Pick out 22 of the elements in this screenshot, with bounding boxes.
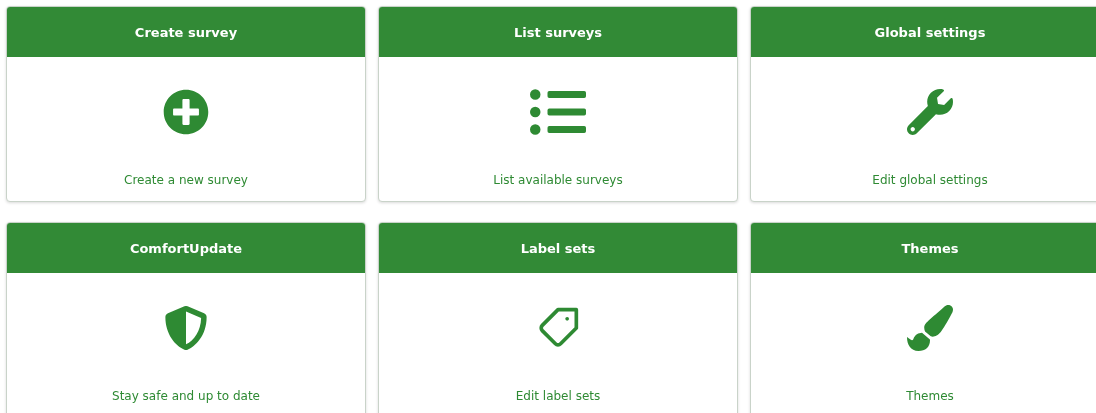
card-header: ComfortUpdate [7,223,365,273]
card[interactable]: Themes Themes [750,222,1096,413]
card[interactable]: Global settings Edit global settings [750,6,1096,202]
card-description: List available surveys [493,173,623,187]
shield-icon [164,306,208,350]
card-header: Themes [751,223,1096,273]
wrench-icon [907,89,953,135]
card-header: Label sets [379,223,737,273]
card-header: Create survey [7,7,365,57]
card-description: Themes [906,389,954,403]
card[interactable]: Create survey Create a new survey [6,6,366,202]
card[interactable]: ComfortUpdate Stay safe and up to date [6,222,366,413]
card-header: Global settings [751,7,1096,57]
card[interactable]: Label sets Edit label sets [378,222,738,413]
card-description: Create a new survey [124,173,248,187]
card[interactable]: List surveys List available surveys [378,6,738,202]
card-description: Edit label sets [515,389,601,403]
card-description: Stay safe and up to date [112,389,260,403]
paintbrush-icon [907,305,953,351]
tag-icon [536,306,580,350]
card-description: Edit global settings [872,173,988,187]
card-header: List surveys [379,7,737,57]
